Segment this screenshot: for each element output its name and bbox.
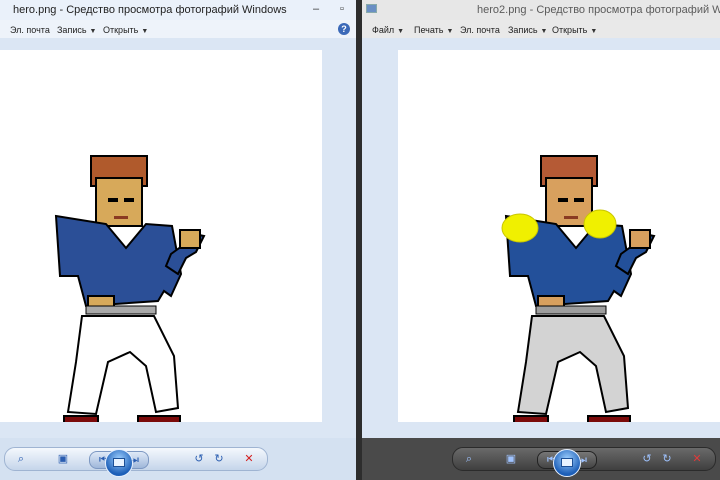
title-bar[interactable]: hero2.png - Средство просмотра фотографи… (362, 0, 720, 20)
help-icon[interactable]: ? (338, 23, 350, 35)
controls-pill: ⌕ ▣ ⏮ ⏭ ↺ ↻ ✕ (452, 447, 716, 477)
menu-open[interactable]: Открыть ▼ (552, 25, 597, 35)
app-icon (366, 4, 377, 13)
slideshow-icon (561, 458, 573, 467)
menu-email[interactable]: Эл. почта (460, 25, 500, 35)
navigation-cluster: ⏮ ⏭ (89, 449, 149, 477)
navigation-cluster: ⏮ ⏭ (537, 449, 597, 477)
right-shoulder-pad (583, 209, 617, 239)
chevron-down-icon: ▼ (540, 28, 548, 35)
window-title: hero2.png - Средство просмотра фотографи… (477, 4, 720, 16)
menu-file[interactable]: Файл ▼ (372, 25, 404, 35)
zoom-icon[interactable]: ⌕ (461, 451, 477, 467)
fit-icon[interactable]: ▣ (55, 451, 71, 467)
photo-viewer-window-hero: hero.png - Средство просмотра фотографий… (0, 0, 356, 480)
chevron-down-icon: ▼ (590, 28, 598, 35)
rotate-counterclockwise-icon[interactable]: ↺ (639, 451, 655, 467)
left-shoulder-pad (501, 213, 539, 243)
menu-email[interactable]: Эл. почта (10, 25, 50, 35)
slideshow-button[interactable] (105, 449, 133, 477)
menu-bar: Эл. почта Запись ▼ Открыть ▼ ? (0, 20, 356, 39)
chevron-down-icon: ▼ (446, 28, 454, 35)
image-canvas (362, 38, 720, 438)
menu-print[interactable]: Печать ▼ (414, 25, 453, 35)
hero-sprite-image (54, 155, 206, 422)
slideshow-icon (113, 458, 125, 467)
photo-viewer-window-hero2: hero2.png - Средство просмотра фотографи… (362, 0, 720, 480)
menu-open[interactable]: Открыть ▼ (103, 25, 148, 35)
minimize-button[interactable]: – (308, 2, 324, 16)
controls-pill: ⌕ ▣ ⏮ ⏭ ↺ ↻ ✕ (4, 447, 268, 477)
maximize-button[interactable]: ▫ (334, 2, 350, 16)
title-bar[interactable]: hero.png - Средство просмотра фотографий… (0, 0, 356, 20)
image-canvas (0, 38, 356, 438)
rotate-clockwise-icon[interactable]: ↻ (211, 451, 227, 467)
menu-bar: Файл ▼ Печать ▼ Эл. почта Запись ▼ Открыть ▼ (362, 20, 720, 39)
photo-hero2 (398, 50, 720, 422)
zoom-icon[interactable]: ⌕ (13, 451, 29, 467)
chevron-down-icon: ▼ (89, 28, 97, 35)
rotate-counterclockwise-icon[interactable]: ↺ (191, 451, 207, 467)
slideshow-button[interactable] (553, 449, 581, 477)
navigation-bar: ⌕ ▣ ⏮ ⏭ ↺ ↻ ✕ (0, 438, 356, 480)
delete-icon[interactable]: ✕ (689, 451, 705, 467)
navigation-bar: ⌕ ▣ ⏮ ⏭ ↺ ↻ ✕ (362, 438, 720, 480)
window-title: hero.png - Средство просмотра фотографий… (13, 4, 287, 16)
hero2-sprite-image (501, 155, 656, 422)
menu-share[interactable]: Запись ▼ (508, 25, 547, 35)
delete-icon[interactable]: ✕ (241, 451, 257, 467)
rotate-clockwise-icon[interactable]: ↻ (659, 451, 675, 467)
chevron-down-icon: ▼ (141, 28, 149, 35)
menu-share[interactable]: Запись ▼ (57, 25, 96, 35)
photo-hero (0, 50, 322, 422)
chevron-down-icon: ▼ (397, 28, 405, 35)
fit-icon[interactable]: ▣ (503, 451, 519, 467)
